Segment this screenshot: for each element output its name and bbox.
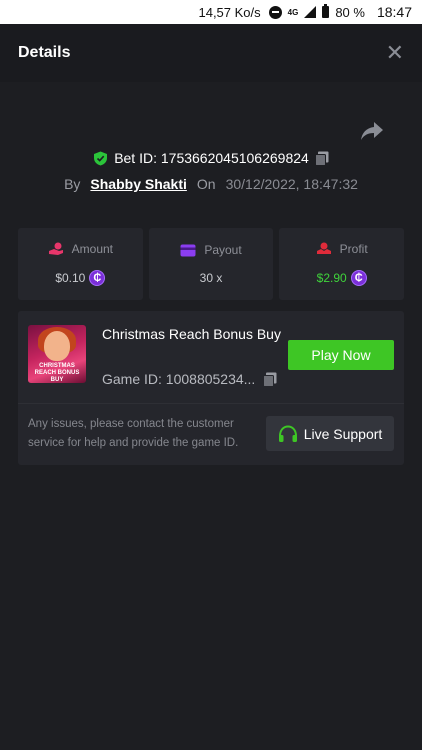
game-thumbnail-text: CHRISTMAS REACH BONUS BUY xyxy=(34,363,80,383)
page-title: Details xyxy=(18,44,71,61)
game-id-row: Game ID: 1008805234... xyxy=(102,371,277,387)
do-not-disturb-icon xyxy=(268,5,282,19)
share-icon[interactable] xyxy=(360,120,384,142)
close-icon[interactable]: ✕ xyxy=(386,42,404,64)
clock: 18:47 xyxy=(376,4,412,20)
bet-byline: By Shabby Shakti On 30/12/2022, 18:47:32 xyxy=(0,176,422,192)
game-thumbnail[interactable]: CHRISTMAS REACH BONUS BUY xyxy=(28,325,86,383)
headset-icon xyxy=(278,424,297,442)
copy-game-id-icon[interactable] xyxy=(263,372,277,387)
network-speed: 14,57 Ko/s xyxy=(198,4,261,20)
username-link[interactable]: Shabby Shakti xyxy=(90,176,186,192)
divider xyxy=(18,403,404,404)
profit-hand-icon xyxy=(316,242,331,254)
battery-level: 80 % xyxy=(335,4,365,20)
payout-label: Payout xyxy=(204,243,242,257)
coin-icon: ₵ xyxy=(350,270,367,286)
support-note: Any issues, please contact the customer … xyxy=(28,418,239,449)
bet-hand-icon xyxy=(48,242,63,255)
signal-icon xyxy=(304,6,317,18)
bet-date: 30/12/2022, 18:47:32 xyxy=(225,176,358,192)
game-id: Game ID: 1008805234... xyxy=(102,371,256,387)
coin-icon: ₵ xyxy=(89,270,106,286)
profit-label: Profit xyxy=(339,242,368,256)
bet-stats: Amount $0.10 ₵ Payout 30 x Profit $2.90 … xyxy=(18,228,405,300)
live-support-label: Live Support xyxy=(303,425,383,442)
play-now-button[interactable]: Play Now xyxy=(288,340,394,370)
details-header: Details ✕ xyxy=(0,24,422,82)
wallet-card-icon xyxy=(180,244,196,256)
on-label: On xyxy=(196,176,216,192)
profit-value: $2.90 xyxy=(316,271,347,285)
network-type: 4G xyxy=(287,7,299,17)
game-name: Christmas Reach Bonus Buy xyxy=(102,326,281,342)
stat-profit: Profit $2.90 ₵ xyxy=(279,228,405,300)
copy-bet-id-icon[interactable] xyxy=(314,151,329,166)
live-support-button[interactable]: Live Support xyxy=(266,416,394,451)
bet-id-row: Bet ID: 1753662045106269824 xyxy=(0,150,422,166)
amount-label: Amount xyxy=(71,242,114,256)
by-label: By xyxy=(64,176,81,192)
stat-payout: Payout 30 x xyxy=(148,228,274,300)
battery-icon xyxy=(322,4,330,18)
stat-amount: Amount $0.10 ₵ xyxy=(18,228,143,300)
verified-shield-icon xyxy=(94,151,108,165)
bet-id: Bet ID: 1753662045106269824 xyxy=(114,150,309,166)
game-card: CHRISTMAS REACH BONUS BUY Christmas Reac… xyxy=(18,311,404,465)
payout-value: 30 x xyxy=(199,271,223,285)
status-bar: 14,57 Ko/s 4G 80 % 18:47 xyxy=(0,0,422,24)
amount-value: $0.10 xyxy=(55,271,86,285)
